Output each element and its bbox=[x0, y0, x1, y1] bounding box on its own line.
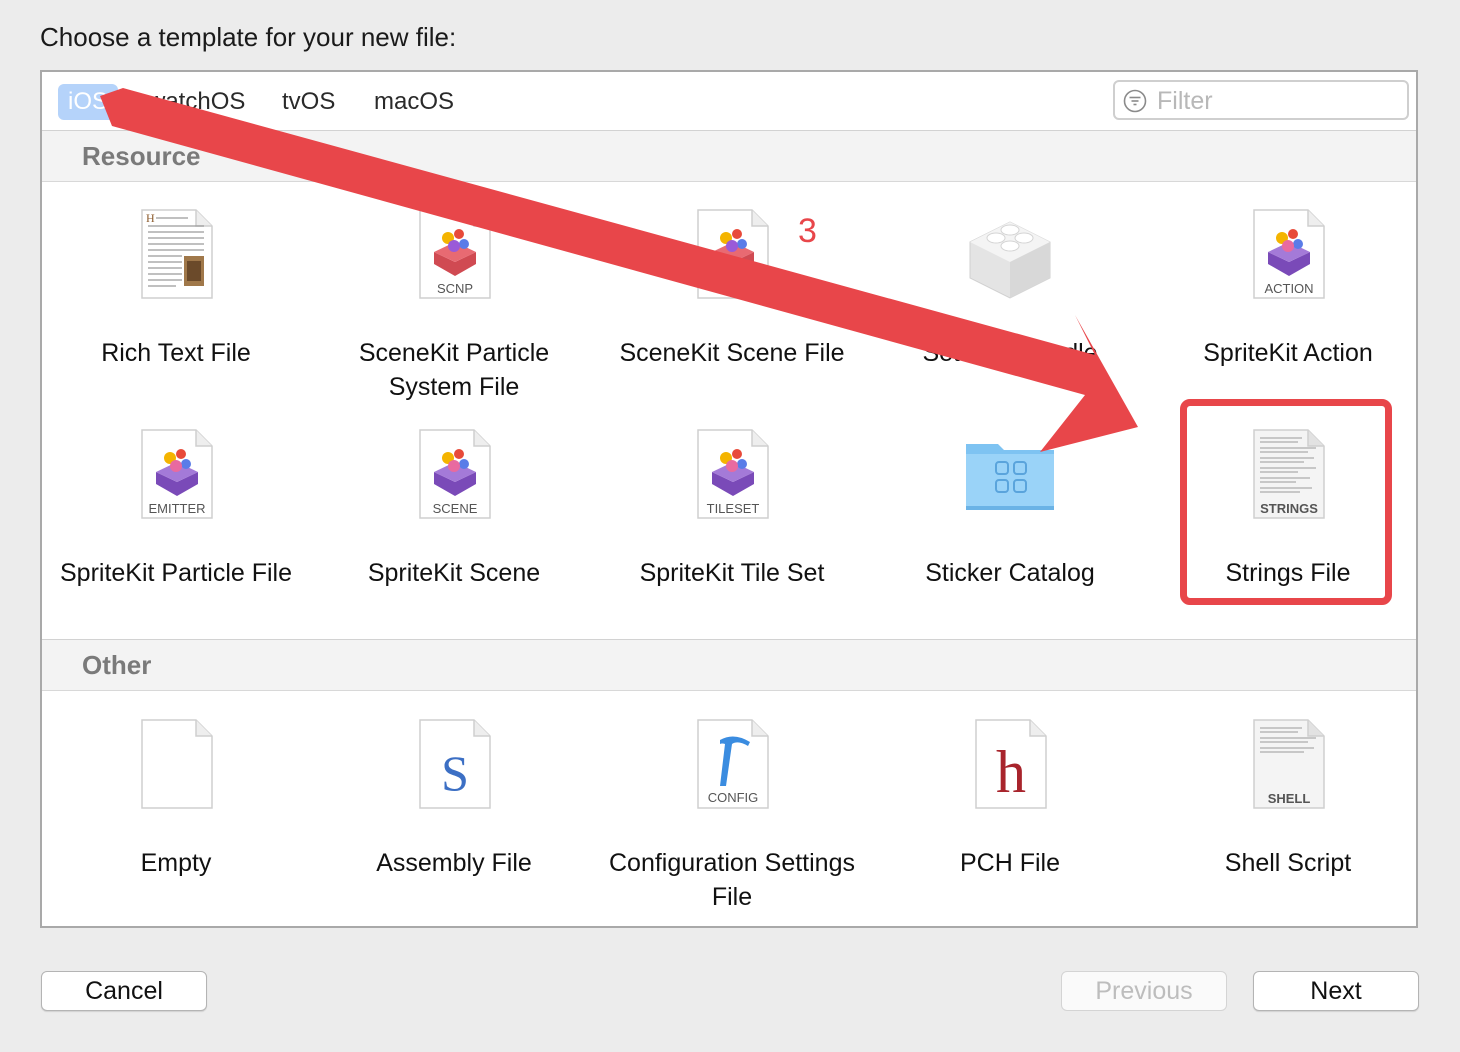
template-settings-bundle[interactable]: Settings Bundle bbox=[871, 206, 1149, 416]
icon-badge: ACTION bbox=[1264, 281, 1313, 296]
icon-badge: STRINGS bbox=[1260, 501, 1318, 516]
tab-macos[interactable]: macOS bbox=[364, 84, 464, 120]
filter-icon bbox=[1123, 89, 1147, 113]
assembly-document-icon: S bbox=[419, 719, 491, 809]
annotation-step-number: 3 bbox=[798, 212, 817, 250]
template-scenekit-particle-system-file[interactable]: SCNP SceneKit Particle System File bbox=[315, 206, 593, 416]
section-header-other: Other bbox=[42, 640, 1416, 691]
scenekit-particle-icon: SCNP bbox=[419, 209, 491, 299]
template-spritekit-tile-set[interactable]: TILESET SpriteKit Tile Set bbox=[593, 426, 871, 636]
header-document-icon: h bbox=[975, 719, 1047, 809]
template-configuration-settings-file[interactable]: CONFIG Configuration Settings File bbox=[593, 716, 871, 926]
template-sticker-catalog[interactable]: Sticker Catalog bbox=[871, 426, 1149, 636]
template-spritekit-action[interactable]: ACTION SpriteKit Action bbox=[1149, 206, 1427, 416]
icon-badge: h bbox=[996, 739, 1026, 805]
template-panel: iOS watchOS tvOS macOS Resource H bbox=[40, 70, 1418, 928]
icon-badge: CONFIG bbox=[708, 790, 759, 805]
cancel-button[interactable]: Cancel bbox=[41, 971, 207, 1011]
icon-badge: SCENE bbox=[433, 501, 478, 516]
template-strings-file[interactable]: STRINGS Strings File bbox=[1149, 426, 1427, 636]
template-label: SpriteKit Action bbox=[1203, 339, 1373, 367]
template-label: Strings File bbox=[1225, 559, 1351, 587]
template-assembly-file[interactable]: S Assembly File bbox=[315, 716, 593, 926]
icon-badge: S bbox=[441, 745, 469, 801]
template-label: Settings Bundle bbox=[922, 339, 1098, 367]
template-scenekit-scene-file[interactable]: SCN SceneKit Scene File bbox=[593, 206, 871, 416]
template-label: Sticker Catalog bbox=[925, 559, 1095, 587]
previous-button[interactable]: Previous bbox=[1061, 971, 1227, 1011]
platform-tab-bar: iOS watchOS tvOS macOS bbox=[42, 72, 1416, 131]
section-header-resource: Resource bbox=[42, 131, 1416, 182]
config-hammer-icon: CONFIG bbox=[697, 719, 769, 809]
filter-field[interactable] bbox=[1113, 80, 1409, 120]
filter-input[interactable] bbox=[1155, 85, 1399, 117]
next-button[interactable]: Next bbox=[1253, 971, 1419, 1011]
icon-badge: SCNP bbox=[437, 281, 473, 296]
template-rich-text-file[interactable]: H Rich Text File bbox=[37, 206, 315, 416]
template-label: Configuration Settings File bbox=[609, 849, 855, 911]
section-title: Resource bbox=[82, 141, 201, 171]
dialog-prompt: Choose a template for your new file: bbox=[40, 22, 457, 52]
template-shell-script[interactable]: SHELL Shell Script bbox=[1149, 716, 1427, 926]
template-label: SpriteKit Tile Set bbox=[639, 559, 825, 587]
template-label: SceneKit Scene File bbox=[619, 339, 845, 367]
template-label: Assembly File bbox=[376, 849, 532, 877]
template-label: SceneKit Particle System File bbox=[358, 339, 550, 401]
template-spritekit-particle-file[interactable]: EMITTER SpriteKit Particle File bbox=[37, 426, 315, 636]
icon-badge: SHELL bbox=[1268, 791, 1311, 806]
spritekit-action-icon: ACTION bbox=[1253, 209, 1325, 299]
template-empty[interactable]: Empty bbox=[37, 716, 315, 926]
spritekit-tileset-icon: TILESET bbox=[697, 429, 769, 519]
tab-tvos[interactable]: tvOS bbox=[272, 84, 345, 120]
icon-badge: EMITTER bbox=[148, 501, 205, 516]
scenekit-scene-icon: SCN bbox=[697, 209, 769, 299]
tab-watchos[interactable]: watchOS bbox=[138, 84, 255, 120]
section-title: Other bbox=[82, 650, 152, 680]
template-label: PCH File bbox=[959, 849, 1060, 877]
template-label: SpriteKit Particle File bbox=[59, 559, 293, 587]
spritekit-emitter-icon: EMITTER bbox=[141, 429, 213, 519]
template-label: SpriteKit Scene bbox=[367, 559, 541, 587]
template-label: Shell Script bbox=[1224, 849, 1352, 877]
template-label: Rich Text File bbox=[101, 339, 251, 367]
template-pch-file[interactable]: h PCH File bbox=[871, 716, 1149, 926]
shell-document-icon: SHELL bbox=[1253, 719, 1325, 809]
blank-document-icon bbox=[141, 719, 213, 809]
icon-badge: TILESET bbox=[707, 501, 760, 516]
template-label: Empty bbox=[140, 849, 212, 877]
icon-badge: SCN bbox=[719, 281, 746, 296]
lego-brick-icon bbox=[969, 221, 1051, 299]
blue-folder-icon bbox=[966, 444, 1054, 510]
tab-ios[interactable]: iOS bbox=[58, 84, 119, 120]
svg-text:H: H bbox=[146, 211, 155, 225]
template-spritekit-scene[interactable]: SCENE SpriteKit Scene bbox=[315, 426, 593, 636]
spritekit-scene-icon: SCENE bbox=[419, 429, 491, 519]
rich-text-document-icon: H bbox=[141, 209, 213, 299]
strings-document-icon: STRINGS bbox=[1253, 429, 1325, 519]
